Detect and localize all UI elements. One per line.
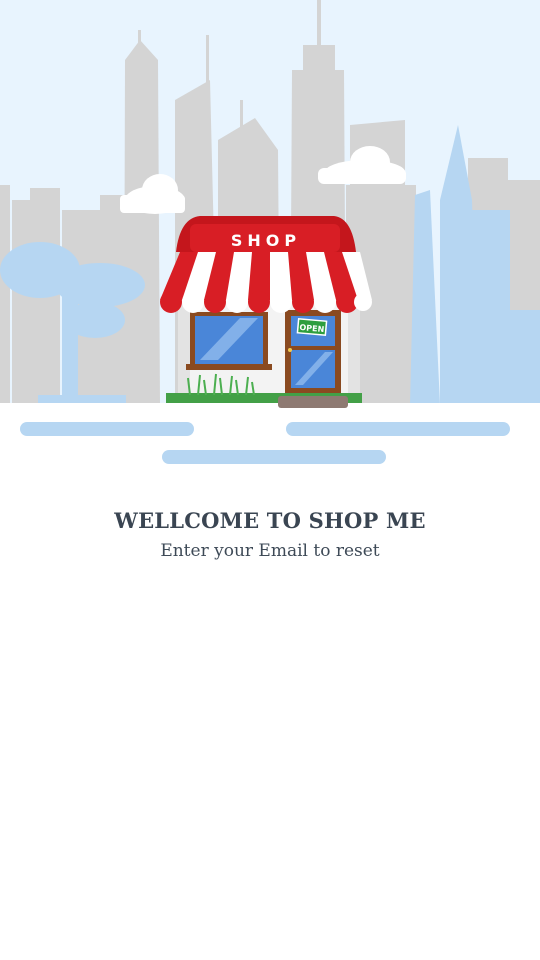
hero-illustration: OPEN SHOP xyxy=(0,0,540,470)
decor-pill xyxy=(286,422,510,436)
decor-pill xyxy=(20,422,194,436)
shop-sign: SHOP xyxy=(176,216,356,252)
page-subtitle: Enter your Email to reset xyxy=(160,541,380,561)
storefront-icon: OPEN SHOP xyxy=(160,216,372,408)
open-sign: OPEN xyxy=(296,317,328,337)
decor-pill xyxy=(162,450,386,464)
svg-text:SHOP: SHOP xyxy=(231,231,301,250)
awning xyxy=(160,252,372,313)
welcome-section: WELLCOME TO SHOP ME Enter your Email to … xyxy=(0,508,540,561)
page-title: WELLCOME TO SHOP ME xyxy=(114,508,426,533)
